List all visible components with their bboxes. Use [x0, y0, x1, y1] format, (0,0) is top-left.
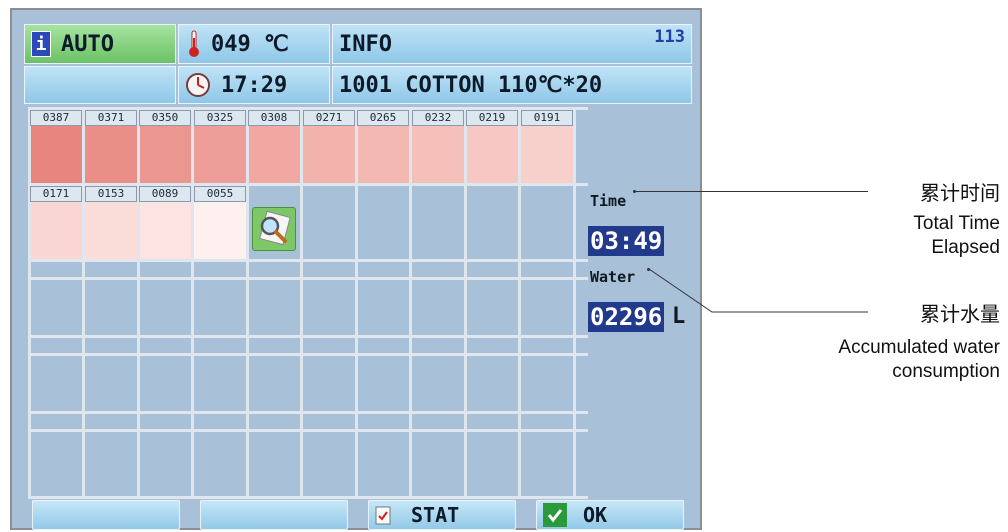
- ok-button[interactable]: OK: [536, 500, 684, 530]
- stage-swatch: [140, 202, 191, 259]
- water-leader-dot: [647, 268, 650, 271]
- stage-swatch: [412, 126, 464, 183]
- stage-value-label: 0387: [30, 110, 82, 126]
- status-blank-cell: [24, 66, 176, 104]
- water-annotation-en-1: Accumulated water: [838, 337, 1000, 358]
- stage-value-label: 0371: [85, 110, 137, 126]
- totals-panel: Time 03:49 Water 02296 L: [588, 107, 700, 499]
- time-annotation-cn: 累计时间: [920, 181, 1000, 205]
- stage-value-label: 0153: [85, 186, 137, 202]
- clock-value: 17:29: [221, 72, 288, 98]
- stage-swatch: [521, 126, 573, 183]
- stage-grid: 0387 0371 0350 0325 0308 0271 0265 0232 …: [28, 107, 588, 499]
- temperature-cell: 049 ℃: [178, 24, 330, 64]
- checkmark-icon: [543, 503, 567, 527]
- stage-swatch: [85, 202, 137, 259]
- stage-value-label: 0191: [521, 110, 573, 126]
- stage-value-label: 0055: [194, 186, 246, 202]
- stage-value-label: 0219: [466, 110, 518, 126]
- info-icon: i: [31, 31, 51, 57]
- water-unit: L: [672, 304, 686, 329]
- stat-button[interactable]: STAT: [368, 500, 516, 530]
- stage-swatch: [358, 126, 409, 183]
- stage-value-label: 0271: [303, 110, 355, 126]
- stage-swatch: [31, 126, 82, 183]
- softkey-1[interactable]: [32, 500, 180, 530]
- stage-swatch: [194, 126, 246, 183]
- stage-value-label: 0325: [194, 110, 246, 126]
- magnifier-icon[interactable]: [252, 207, 296, 251]
- water-label: Water: [590, 268, 636, 286]
- stage-swatch: [249, 126, 300, 183]
- time-annotation-en-1: Total Time: [913, 213, 1000, 234]
- mode-cell[interactable]: i AUTO: [24, 24, 176, 64]
- stage-swatch: [194, 202, 246, 259]
- clock-icon: [185, 72, 211, 98]
- stage-swatch: [467, 126, 518, 183]
- stage-swatch: [85, 126, 137, 183]
- time-leader-line: [636, 191, 868, 192]
- water-annotation-en-2: consumption: [892, 361, 1000, 382]
- clock-cell: 17:29: [178, 66, 330, 104]
- stat-label: STAT: [411, 503, 460, 527]
- stage-value-label: 0171: [30, 186, 82, 202]
- stage-value-label: 0308: [248, 110, 300, 126]
- stage-value-label: 0265: [357, 110, 409, 126]
- mode-label: AUTO: [61, 31, 114, 57]
- stage-swatch: [140, 126, 191, 183]
- clipboard-icon: [375, 505, 391, 525]
- info-label: INFO: [339, 31, 392, 57]
- program-label: 1001 COTTON 110℃*20: [339, 72, 603, 98]
- time-annotation-en-2: Elapsed: [931, 237, 1000, 258]
- stage-swatch: [303, 126, 355, 183]
- water-annotation-cn: 累计水量: [920, 302, 1000, 326]
- stage-value-label: 0089: [139, 186, 191, 202]
- stage-swatch: [31, 202, 82, 259]
- water-value: 02296: [588, 302, 665, 332]
- time-value: 03:49: [588, 226, 665, 256]
- control-panel-screen: i AUTO 049 ℃ INFO 113 17:29 1001 COTTON …: [10, 8, 702, 530]
- info-cell[interactable]: INFO 113: [332, 24, 692, 64]
- program-cell: 1001 COTTON 110℃*20: [332, 66, 692, 104]
- message-count-badge: 113: [654, 27, 685, 47]
- softkey-2[interactable]: [200, 500, 348, 530]
- ok-label: OK: [583, 503, 608, 527]
- time-label: Time: [590, 192, 627, 210]
- stage-value-label: 0232: [412, 110, 464, 126]
- stage-value-label: 0350: [139, 110, 191, 126]
- thermometer-icon: [187, 29, 201, 59]
- temperature-value: 049 ℃: [211, 31, 289, 57]
